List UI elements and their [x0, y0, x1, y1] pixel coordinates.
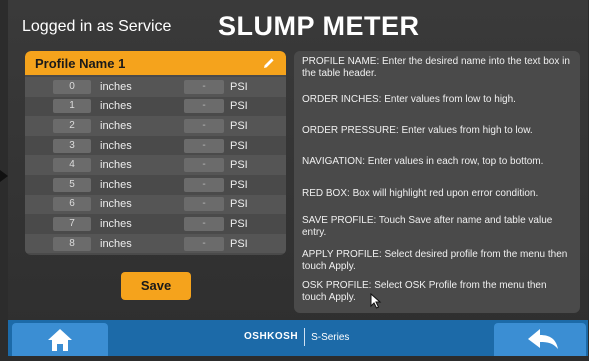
- inches-input[interactable]: 6: [53, 197, 91, 212]
- inches-input[interactable]: 3: [53, 138, 91, 153]
- psi-unit-label: PSI: [230, 198, 248, 211]
- mouse-cursor-icon: [370, 293, 382, 309]
- psi-input[interactable]: -: [184, 216, 224, 231]
- psi-unit-label: PSI: [230, 159, 248, 172]
- table-row: 2 inches - PSI: [25, 116, 286, 136]
- help-profile-name: PROFILE NAME: Enter the desired name int…: [302, 56, 570, 79]
- psi-input[interactable]: -: [184, 158, 224, 173]
- inches-unit-label: inches: [100, 217, 132, 230]
- help-order-pressure: ORDER PRESSURE: Enter values from high t…: [302, 125, 533, 136]
- profile-name-field[interactable]: Profile Name 1: [35, 56, 125, 71]
- table-row: 0 inches - PSI: [25, 77, 286, 97]
- psi-input[interactable]: -: [184, 138, 224, 153]
- save-button[interactable]: Save: [121, 272, 191, 300]
- psi-input[interactable]: -: [184, 118, 224, 133]
- psi-unit-label: PSI: [230, 80, 248, 93]
- help-order-inches: ORDER INCHES: Enter values from low to h…: [302, 94, 516, 105]
- psi-unit-label: PSI: [230, 100, 248, 113]
- inches-unit-label: inches: [100, 178, 132, 191]
- psi-unit-label: PSI: [230, 139, 248, 152]
- inches-input[interactable]: 5: [53, 177, 91, 192]
- psi-unit-label: PSI: [230, 217, 248, 230]
- inches-unit-label: inches: [100, 80, 132, 93]
- home-button[interactable]: [12, 323, 108, 356]
- back-button[interactable]: [494, 323, 586, 356]
- inches-input[interactable]: 8: [53, 236, 91, 251]
- table-row: 4 inches - PSI: [25, 155, 286, 175]
- pencil-icon[interactable]: [262, 56, 276, 70]
- help-panel: PROFILE NAME: Enter the desired name int…: [294, 51, 580, 313]
- help-save-profile: SAVE PROFILE: Touch Save after name and …: [302, 215, 553, 238]
- table-row: 1 inches - PSI: [25, 96, 286, 117]
- brand-logo: OSHKOSH S-Series: [244, 328, 349, 346]
- psi-input[interactable]: -: [184, 236, 224, 251]
- help-red-box: RED BOX: Box will highlight red upon err…: [302, 188, 539, 199]
- table-row: 7 inches - PSI: [25, 214, 286, 234]
- table-row: 6 inches - PSI: [25, 194, 286, 215]
- psi-unit-label: PSI: [230, 119, 248, 132]
- home-icon: [48, 329, 72, 351]
- inches-input[interactable]: 1: [53, 99, 91, 114]
- table-row: 3 inches - PSI: [25, 135, 286, 156]
- help-apply-profile: APPLY PROFILE: Select desired profile fr…: [302, 249, 568, 272]
- psi-input[interactable]: -: [184, 177, 224, 192]
- psi-input[interactable]: -: [184, 79, 224, 94]
- back-arrow-icon: [528, 329, 558, 349]
- inches-unit-label: inches: [100, 100, 132, 113]
- inches-input[interactable]: 2: [53, 118, 91, 133]
- inches-unit-label: inches: [100, 119, 132, 132]
- inches-input[interactable]: 4: [53, 158, 91, 173]
- inches-unit-label: inches: [100, 237, 132, 250]
- profile-table-rows: 0 inches - PSI 1 inches - PSI 2 inches - PSI 3 inches…: [25, 75, 286, 254]
- inches-unit-label: inches: [100, 139, 132, 152]
- inches-unit-label: inches: [100, 198, 132, 211]
- psi-input[interactable]: -: [184, 197, 224, 212]
- help-navigation: NAVIGATION: Enter values in each row, to…: [302, 156, 544, 167]
- psi-input[interactable]: -: [184, 99, 224, 114]
- profile-table-panel: Profile Name 1 0 inches - PSI 1 inches - PSI 2 in…: [25, 51, 286, 255]
- page-title: SLUMP METER: [218, 11, 420, 41]
- table-row: 5 inches - PSI: [25, 174, 286, 195]
- help-osk-profile: OSK PROFILE: Select OSK Profile from the…: [302, 280, 547, 303]
- inches-input[interactable]: 0: [53, 79, 91, 94]
- psi-unit-label: PSI: [230, 237, 248, 250]
- oshkosh-logo: OSHKOSH: [244, 328, 306, 346]
- profile-name-header[interactable]: Profile Name 1: [25, 51, 286, 75]
- series-label: S-Series: [311, 331, 350, 343]
- login-status: Logged in as Service: [22, 18, 172, 35]
- table-row: 8 inches - PSI: [25, 233, 286, 254]
- psi-unit-label: PSI: [230, 178, 248, 191]
- inches-input[interactable]: 7: [53, 216, 91, 231]
- inches-unit-label: inches: [100, 159, 132, 172]
- side-pointer-icon: [0, 170, 8, 182]
